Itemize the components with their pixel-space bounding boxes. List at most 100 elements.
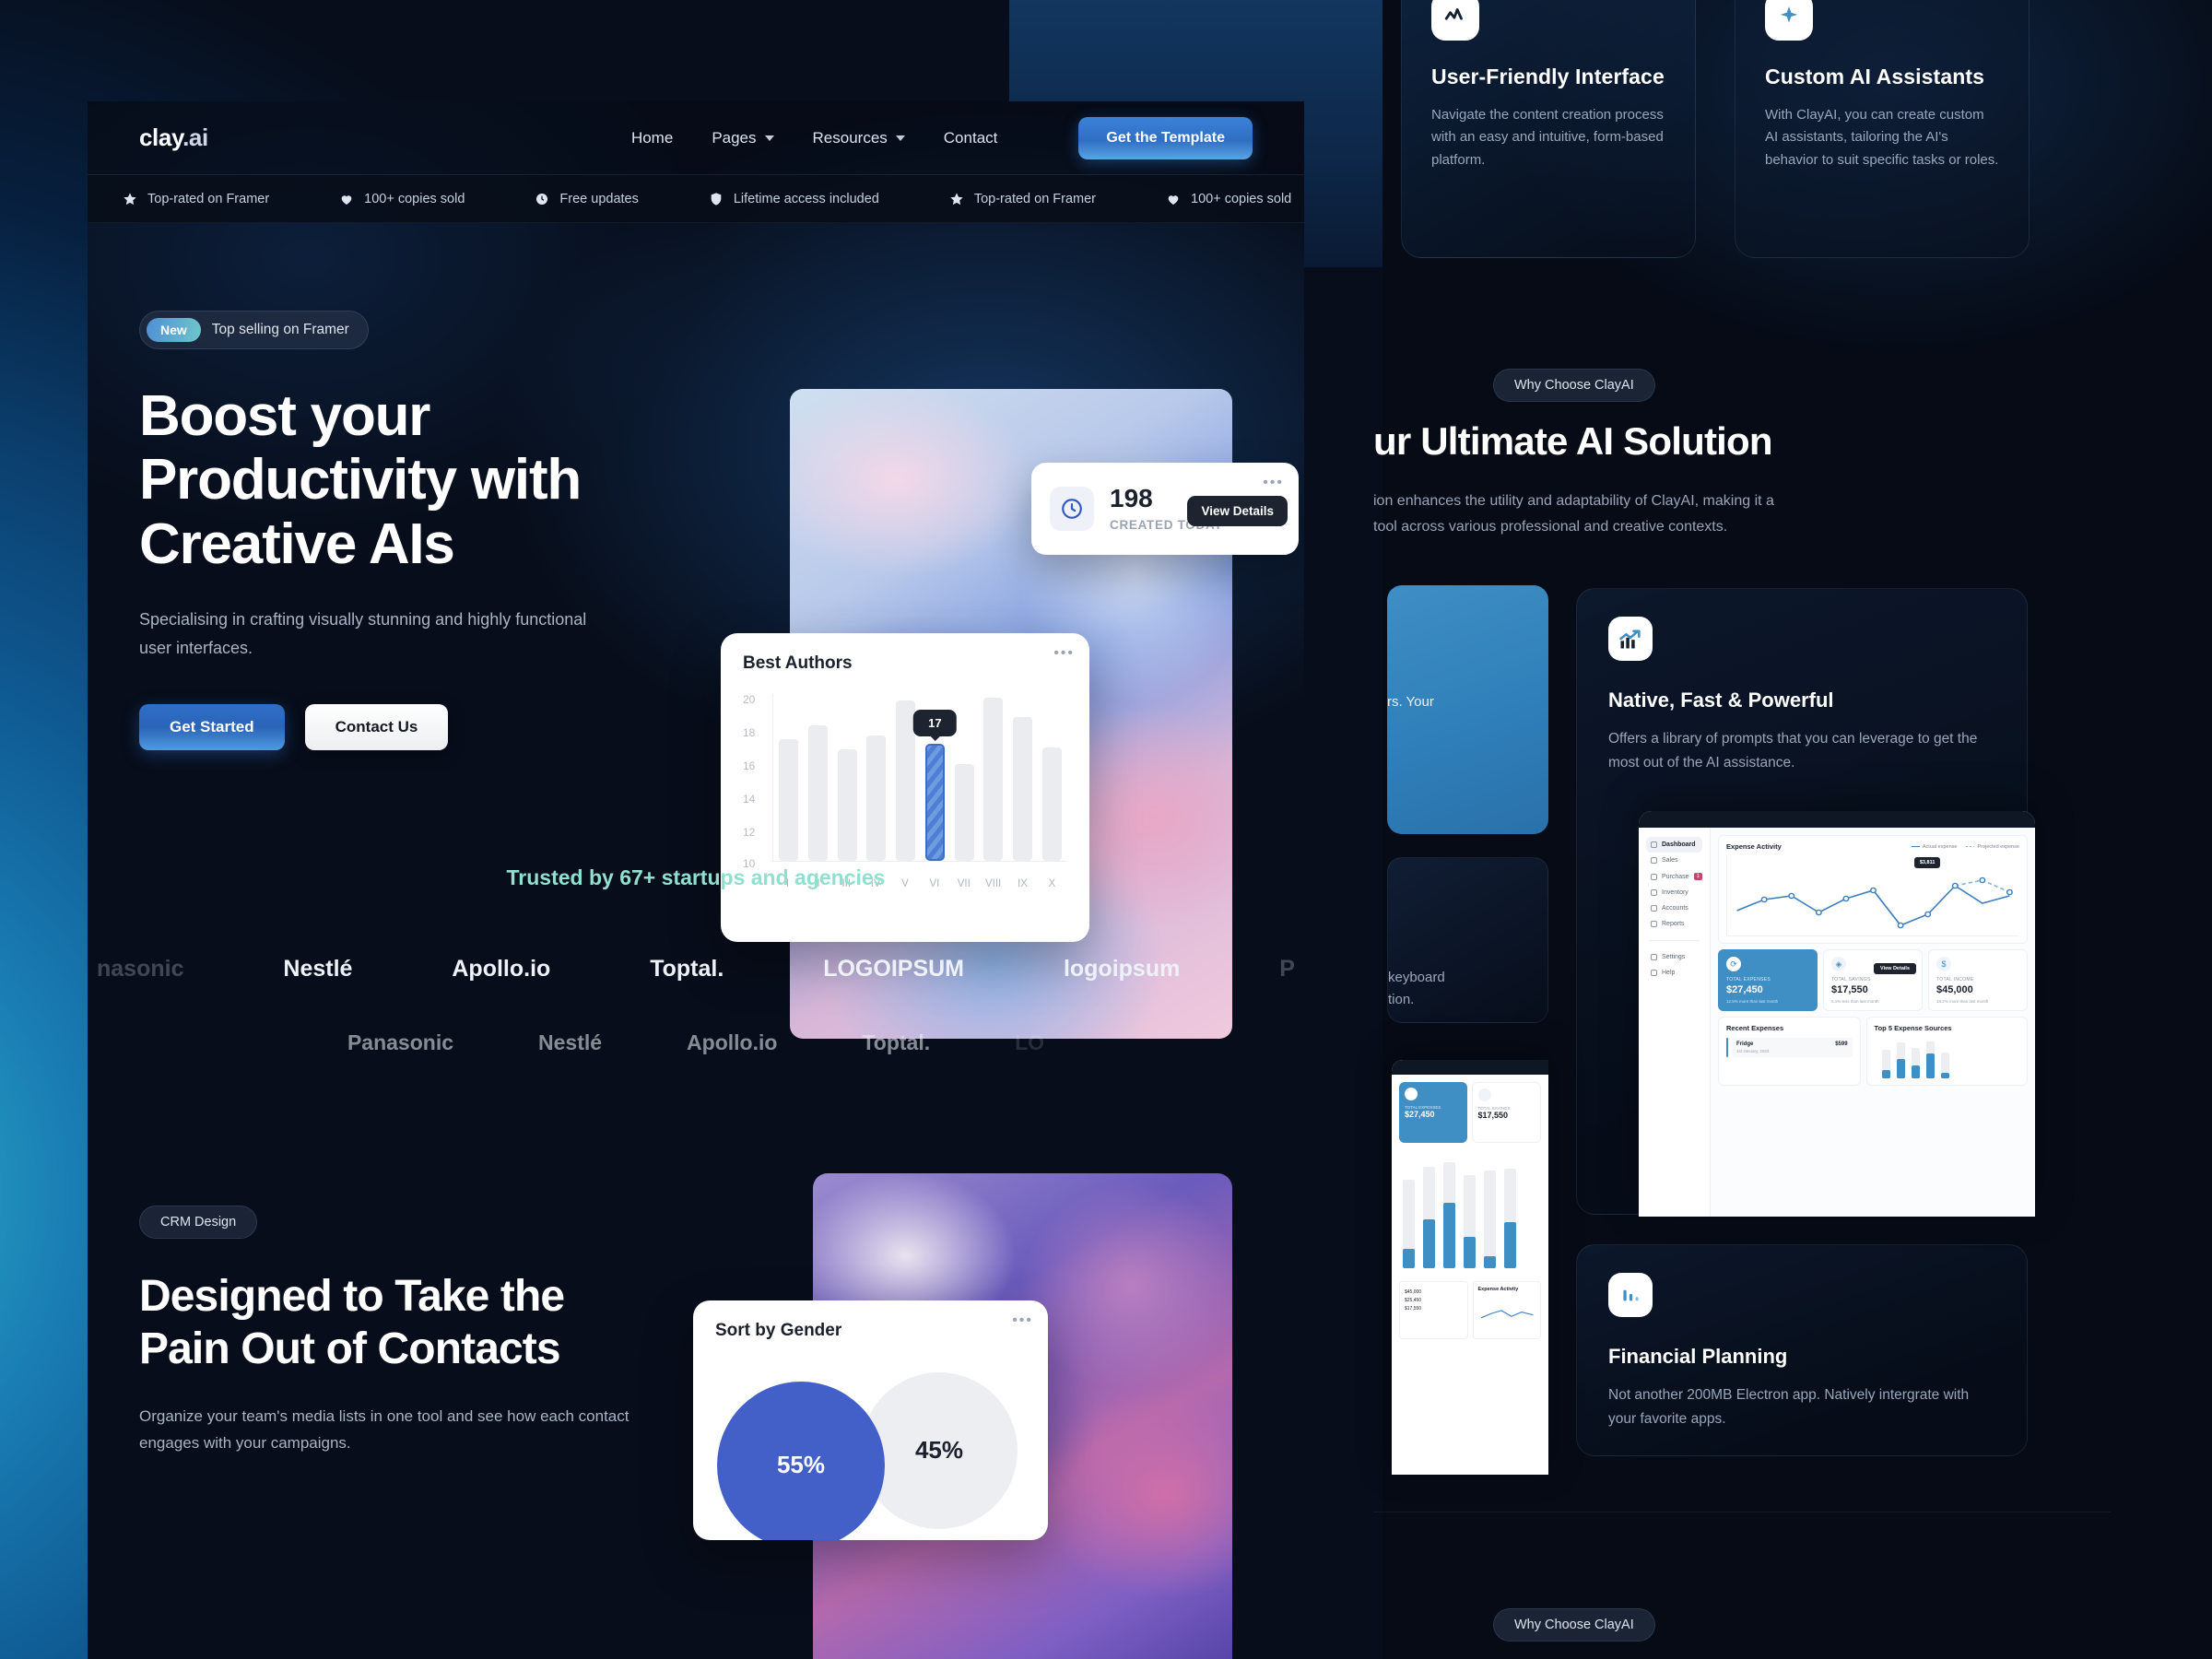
logo-panasonic: nasonic (97, 956, 184, 982)
stat-card-total-income[interactable]: $ TOTAL INCOME $45,000 18.2% more than l… (1928, 949, 2028, 1011)
more-dots-icon[interactable]: ••• (1053, 646, 1075, 661)
hero-section: New Top selling on Framer Boost your Pro… (88, 223, 1304, 1039)
pie-slice-female: 45% (861, 1371, 1018, 1529)
sidebar-item-reports[interactable]: Reports (1646, 916, 1702, 932)
nav-item-home[interactable]: Home (631, 129, 673, 147)
legend-actual: Actual expense (1911, 844, 1957, 850)
mini-bar (1423, 1166, 1435, 1268)
bar-chart: 20 18 16 14 12 10 17 I II III IV V VI VI… (743, 688, 1067, 891)
mini-bar (1896, 1042, 1905, 1078)
bar[interactable] (1013, 717, 1033, 861)
bar[interactable] (954, 764, 974, 861)
legend-projected: Projected expense (1966, 844, 2019, 850)
line-chart-svg (1736, 877, 2013, 929)
chevron-down-icon (764, 135, 774, 141)
bar[interactable] (866, 735, 887, 861)
sidebar-item-sales[interactable]: Sales (1646, 853, 1702, 868)
why-choose-subtitle: ion enhances the utility and adaptabilit… (1373, 488, 1774, 539)
view-details-tooltip[interactable]: View Details (1874, 963, 1916, 974)
panel-title: Recent Expenses (1726, 1024, 1784, 1032)
hero-badge[interactable]: New Top selling on Framer (139, 311, 369, 349)
navbar: clay.ai Home Pages Resources Contact Get… (88, 101, 1304, 175)
row-accent (1726, 1038, 1728, 1057)
nav-item-pages[interactable]: Pages (712, 129, 774, 147)
chart-legend: Actual expense Projected expense (1911, 844, 2019, 850)
sidebar-label: Settings (1662, 954, 1686, 960)
logo-logoipsum-caps: LOGOIPSUM (823, 956, 965, 982)
tablet-bar-chart (1399, 1158, 1541, 1268)
sparkle-icon (1765, 0, 1813, 41)
get-started-button[interactable]: Get Started (139, 703, 285, 750)
feature-body: Not another 200MB Electron app. Natively… (1608, 1387, 1970, 1427)
sidebar-item-accounts[interactable]: Accounts (1646, 900, 1702, 916)
bar[interactable] (807, 725, 828, 861)
mini-bar (1443, 1161, 1455, 1268)
logo-logoipsum: logoipsum (1063, 956, 1181, 982)
nav-item-resources[interactable]: Resources (813, 129, 905, 147)
nav-label: Contact (943, 128, 998, 147)
dark-accent-tile: keyboard tion. (1387, 857, 1548, 1023)
logo-apollo: Apollo.io (687, 1030, 778, 1055)
sidebar-label: Help (1662, 970, 1676, 976)
bar[interactable] (983, 697, 1004, 861)
stat-card-total-savings[interactable]: ◈ TOTAL SAVINGS $17,550 5.1% less than l… (1823, 949, 1923, 1011)
stat-value: $27,450 (1405, 1110, 1435, 1119)
feature-card-user-friendly-interface[interactable]: User-Friendly Interface Navigate the con… (1401, 0, 1696, 258)
created-today-card[interactable]: 198 CREATED TODAY ••• View Details (1031, 463, 1299, 555)
heart-icon (1168, 194, 1179, 205)
ticker-item: Top-rated on Framer (88, 192, 304, 206)
sidebar-item-inventory[interactable]: Inventory (1646, 885, 1702, 900)
bottom-panels: Recent Expenses Fridge $599 1st January,… (1718, 1017, 2028, 1086)
more-dots-icon[interactable]: ••• (1263, 476, 1284, 490)
bar-highlighted[interactable]: 17 (913, 710, 957, 861)
tablet-mockup: TOTAL EXPENSES $27,450 TOTAL SAVINGS $17… (1392, 1060, 1548, 1475)
tablet-stat-savings: TOTAL SAVINGS $17,550 (1471, 1082, 1541, 1143)
brand-name: clay (139, 124, 183, 151)
y-tick: 14 (743, 793, 756, 806)
badge-new-label: New (147, 318, 201, 342)
ticker-label: Lifetime access included (733, 191, 879, 206)
stat-delta: 5.1% less than last month (1831, 999, 1879, 1004)
view-details-tooltip[interactable]: View Details (1187, 496, 1288, 526)
dashboard-titlebar (1639, 811, 2035, 828)
stat-card-total-expenses[interactable]: ⟳ TOTAL EXPENSES $27,450 12.5% more than… (1718, 949, 1818, 1011)
stat-value: $45,000 (1936, 984, 1973, 995)
logo-partial: P (1279, 956, 1295, 982)
bar[interactable] (837, 748, 857, 861)
bar[interactable] (896, 700, 916, 861)
crm-title: Designed to Take the Pain Out of Contact… (139, 1271, 565, 1374)
feature-card-custom-ai-assistants[interactable]: Custom AI Assistants With ClayAI, you ca… (1735, 0, 2030, 258)
website-mockup: clay.ai Home Pages Resources Contact Get… (88, 101, 1304, 1659)
sidebar-item-dashboard[interactable]: Dashboard (1646, 837, 1702, 853)
logo-panasonic: Panasonic (347, 1030, 453, 1055)
more-dots-icon[interactable]: ••• (1012, 1312, 1033, 1328)
nav-item-contact[interactable]: Contact (944, 129, 998, 147)
sidebar-item-help[interactable]: Help (1646, 965, 1702, 981)
sidebar-item-purchase[interactable]: Purchase 1 (1646, 868, 1702, 885)
feature-card-title: Custom AI Assistants (1765, 65, 1985, 88)
panel-title: Top 5 Expense Sources (1874, 1024, 1952, 1032)
bar[interactable] (779, 738, 798, 861)
ticker-label: Free updates (559, 191, 639, 206)
bar[interactable] (1041, 747, 1062, 861)
hero-title: Boost your Productivity with Creative AI… (139, 384, 582, 576)
ticker-item: Free updates (500, 192, 673, 206)
brand-logo[interactable]: clay.ai (139, 124, 208, 152)
y-tick: 12 (743, 826, 756, 839)
shield-icon (711, 192, 722, 206)
dark-tile-line1: keyboard (1388, 970, 1445, 985)
clock-icon (536, 193, 548, 205)
get-template-button[interactable]: Get the Template (1078, 116, 1253, 159)
why-choose-badge-bottom: Why Choose ClayAI (1493, 1608, 1655, 1641)
dashboard-mockup: Dashboard Sales Purchase 1 Inventory Acco… (1639, 811, 2035, 1217)
crm-artwork: Sort by Gender ••• 55% 45% (693, 1172, 1232, 1659)
logo-toptal: Toptal. (650, 956, 724, 982)
feature-card-financial-planning[interactable]: Financial Planning Not another 200MB Ele… (1576, 1244, 2028, 1456)
contact-us-button[interactable]: Contact Us (304, 703, 449, 750)
sidebar-item-settings[interactable]: Settings (1646, 949, 1702, 965)
tablet-body: TOTAL EXPENSES $27,450 TOTAL SAVINGS $17… (1392, 1075, 1548, 1347)
hero-subtitle: Specialising in crafting visually stunni… (139, 610, 587, 657)
dark-tile-text: keyboard tion. (1388, 967, 1445, 1011)
trusted-section: Trusted by 67+ startups and agencies nas… (88, 865, 1304, 1067)
expense-date: 1st January, 2023 (1736, 1049, 1770, 1053)
